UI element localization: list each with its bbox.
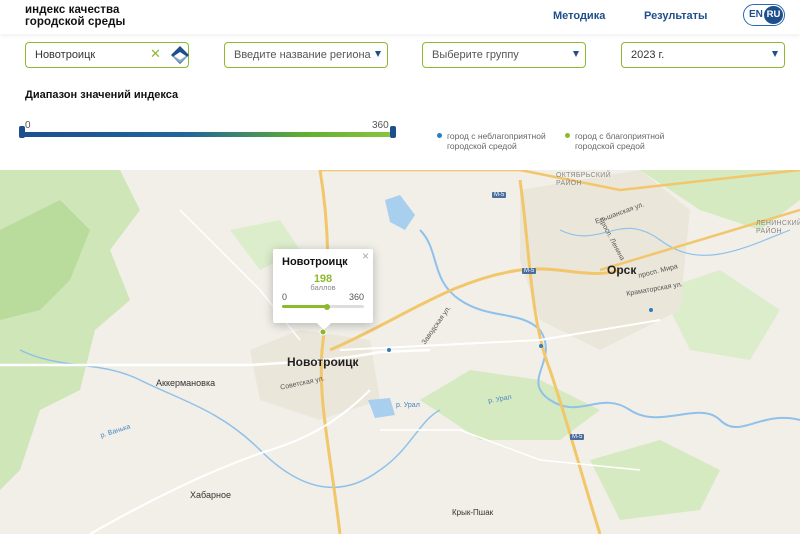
chevron-down-icon [375, 51, 381, 57]
popup-title: Новотроицк [282, 256, 348, 268]
range-min-label: 0 [25, 120, 31, 131]
legend-unfavorable-label: город с неблагоприятной городской средой [447, 131, 546, 151]
region-select-placeholder: Введите название региона [234, 49, 371, 61]
city-marker-central [387, 348, 391, 352]
city-search-value: Новотроицк [35, 49, 96, 61]
map-label-orsk: Орск [607, 263, 637, 277]
filters-panel: Новотроицк ✕ Введите название региона Вы… [0, 34, 800, 170]
header: индекс качества городской среды Методика… [0, 0, 800, 34]
range-slider-track[interactable] [20, 132, 396, 137]
range-title: Диапазон значений индекса [25, 89, 179, 101]
group-select[interactable]: Выберите группу [422, 42, 586, 68]
chevron-down-icon [573, 51, 579, 57]
route-tag-m5-north: М-5 [492, 192, 507, 198]
map-label-novotroitsk: Новотроицк [287, 355, 359, 369]
popup-score-bar [282, 303, 364, 310]
group-select-placeholder: Выберите группу [432, 49, 519, 61]
city-marker-orsk [649, 308, 653, 312]
close-icon[interactable]: × [362, 249, 369, 263]
clear-icon[interactable]: ✕ [150, 46, 161, 62]
legend-unfavorable-line1: город с неблагоприятной [447, 131, 546, 141]
popup-range-max: 360 [348, 292, 364, 302]
map-label-krykpshak: Крык-Пшак [452, 508, 494, 517]
map-label-ural-1: р. Урал [396, 402, 420, 409]
urban-area-novotroitsk [250, 330, 380, 420]
nav-results[interactable]: Результаты [644, 10, 707, 22]
route-tag-m5-south: М-5 [570, 434, 585, 440]
logo[interactable]: индекс качества городской среды [25, 4, 125, 28]
legend-favorable-line1: город с благоприятной [575, 131, 665, 141]
map-canvas[interactable] [0, 170, 800, 534]
popup-score-bar-fill [282, 305, 328, 308]
legend-favorable-line2: городской средой [575, 141, 645, 151]
lang-en-button[interactable]: EN [749, 9, 763, 20]
lake-north [385, 195, 415, 230]
logo-line1: индекс качества [25, 4, 120, 16]
year-select-value: 2023 г. [631, 49, 665, 61]
popup-score-unit: баллов [310, 283, 336, 292]
range-max-handle[interactable] [390, 126, 396, 138]
city-info-popup: Новотроицк × 198 баллов 0 360 [273, 249, 373, 330]
nav-methodology[interactable]: Методика [553, 10, 605, 22]
chevron-down-icon [772, 51, 778, 57]
pond-south [368, 398, 395, 418]
language-switcher[interactable]: EN RU [743, 4, 785, 26]
lang-ru-button[interactable]: RU [764, 6, 783, 24]
range-max-label: 360 [372, 120, 389, 131]
green-area-se [590, 440, 720, 520]
route-tag-m5-central: М-5 [522, 268, 537, 274]
logo-line2: городской среды [25, 16, 126, 28]
city-marker-east [539, 344, 543, 348]
map[interactable]: Новотроицк Орск Аккермановка Хабарное Кр… [0, 170, 800, 534]
map-label-khabarnoe: Хабарное [190, 490, 231, 500]
map-label-oktyabrsky: ОКТЯБРЬСКИЙ РАЙОН [556, 172, 611, 187]
city-search-input[interactable]: Новотроицк ✕ [25, 42, 189, 68]
region-select[interactable]: Введите название региона [224, 42, 388, 68]
map-label-akkermanovka: Аккермановка [156, 378, 216, 388]
legend-unfavorable-dot [437, 133, 442, 138]
region-locator-icon[interactable] [170, 45, 190, 65]
urban-area-orsk [520, 170, 690, 350]
legend-favorable-label: город с благоприятной городской средой [575, 131, 664, 151]
range-min-handle[interactable] [19, 126, 25, 138]
legend-unfavorable-line2: городской средой [447, 141, 517, 151]
popup-score-bar-knob [324, 303, 331, 310]
year-select[interactable]: 2023 г. [621, 42, 785, 68]
popup-range-min: 0 [282, 292, 288, 302]
legend-favorable-dot [565, 133, 570, 138]
map-label-leninsky: ЛЕНИНСКИЙ РАЙОН [756, 220, 800, 235]
